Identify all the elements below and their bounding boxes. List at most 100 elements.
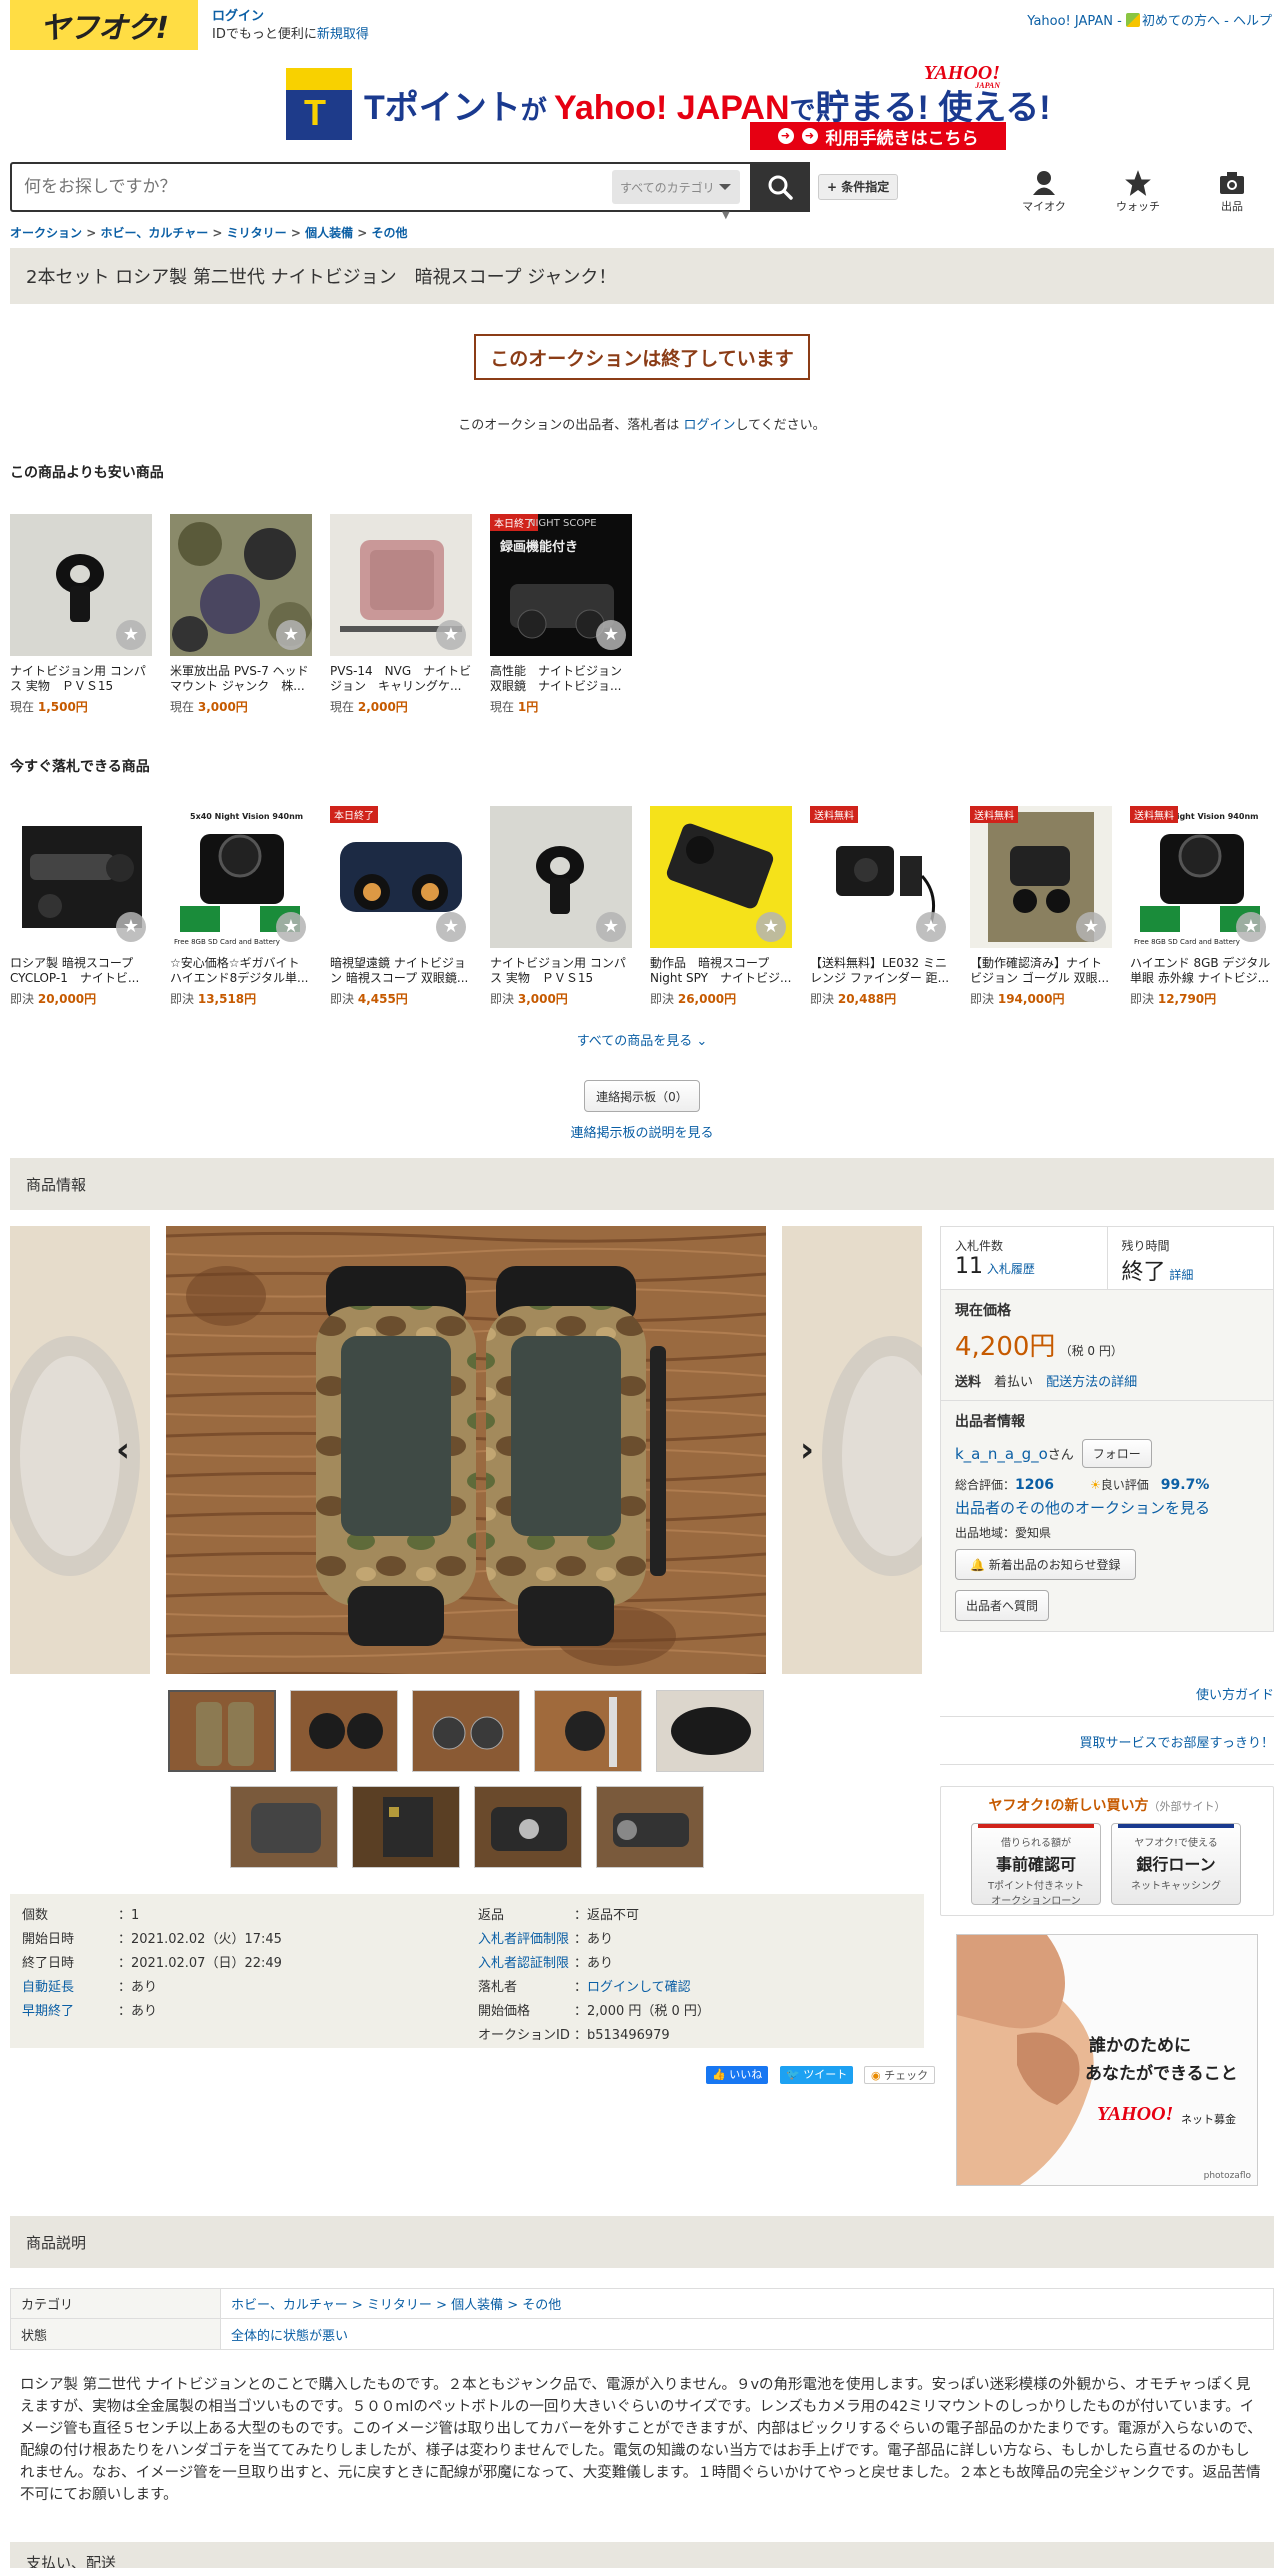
product-card[interactable]: 本日終了 ★ 暗視望遠鏡 ナイトビジョン 暗視スコープ 双眼鏡... 即決 4,… <box>330 806 472 1007</box>
gallery-thumbnail[interactable] <box>168 1690 276 1772</box>
conditions-button[interactable]: + 条件指定 <box>818 174 899 200</box>
message-board-help-link[interactable]: 連絡掲示板の説明を見る <box>0 1122 1284 1141</box>
product-card[interactable]: ★ ナイトビジョン用 コンパス 実物 ＰＶＳ15 即決 3,000円 <box>490 806 632 1007</box>
product-name[interactable]: 動作品 暗視スコープ Night SPY ナイトビジ... <box>650 956 792 986</box>
watch-star-icon[interactable]: ★ <box>276 912 306 942</box>
gallery-thumbnail[interactable] <box>290 1690 398 1772</box>
breadcrumb-item[interactable]: その他 <box>372 226 408 240</box>
watch-star-icon[interactable]: ★ <box>596 620 626 650</box>
info-key-link[interactable]: 入札者認証制限 <box>478 1952 574 1976</box>
gallery-thumbnail[interactable] <box>412 1690 520 1772</box>
gallery-thumbnail[interactable] <box>230 1786 338 1868</box>
watch-star-icon[interactable]: ★ <box>916 912 946 942</box>
product-card[interactable]: 送料無料 ★ 【動作確認済み】ナイトビジョン ゴーグル 双眼... 即決 194… <box>970 806 1112 1007</box>
info-key-link[interactable]: 早期終了 <box>22 2000 118 2024</box>
follow-button[interactable]: フォロー <box>1081 1439 1152 1468</box>
new-listing-notify-button[interactable]: 🔔 新着出品のお知らせ登録 <box>955 1549 1136 1580</box>
watch-star-icon[interactable]: ★ <box>756 912 786 942</box>
breadcrumb-item[interactable]: ホビー、カルチャー <box>100 226 208 240</box>
product-card[interactable]: 5x40 Night Vision 940nm Free 8GB SD Card… <box>170 806 312 1007</box>
product-name[interactable]: 【送料無料】LE032 ミニレンジ ファインダー 距... <box>810 956 952 986</box>
watch-star-icon[interactable]: ★ <box>116 912 146 942</box>
product-name[interactable]: 暗視望遠鏡 ナイトビジョン 暗視スコープ 双眼鏡... <box>330 956 472 986</box>
gallery-thumbnail[interactable] <box>596 1786 704 1868</box>
condition-link[interactable]: 全体的に状態が悪い <box>231 2329 348 2344</box>
check-button[interactable]: ◉ チェック <box>864 2066 936 2084</box>
watch-star-icon[interactable]: ★ <box>1236 912 1266 942</box>
gallery-prev-arrow[interactable]: ‹ <box>108 1430 138 1470</box>
category-link[interactable]: その他 <box>522 2298 561 2313</box>
product-name[interactable]: ロシア製 暗視スコープ CYCLOP-1 ナイトビ... <box>10 956 152 986</box>
nav-watch[interactable]: ウォッチ <box>1108 168 1168 214</box>
facebook-like-button[interactable]: 👍 いいね <box>706 2066 769 2084</box>
category-link[interactable]: ホビー、カルチャー <box>231 2298 348 2313</box>
breadcrumb-item[interactable]: オークション <box>10 226 82 240</box>
message-board-button[interactable]: 連絡掲示板（0） <box>584 1080 700 1112</box>
search-button[interactable] <box>750 162 810 212</box>
watch-star-icon[interactable]: ★ <box>596 912 626 942</box>
watch-star-icon[interactable]: ★ <box>1076 912 1106 942</box>
gallery-thumbnail[interactable] <box>656 1690 764 1772</box>
yahuoku-logo[interactable]: ヤフオク! <box>10 0 198 50</box>
usage-guide-link[interactable]: 使い方ガイド <box>1196 1684 1274 1703</box>
product-name[interactable]: ナイトビジョン用 コンパス 実物 ＰＶＳ15 <box>10 664 152 694</box>
product-name[interactable]: ☆安心価格☆ギガバイト ハイエンド8デジタル単... <box>170 956 312 986</box>
search-input[interactable] <box>12 164 612 210</box>
product-card[interactable]: 本日終了 NIGHT SCOPE 録画機能付き ★ 高性能 ナイトビジョン 双眼… <box>490 514 632 715</box>
donation-ad[interactable]: 誰かのために あなたができること YAHOO! ネット募金 photozaflo <box>956 1934 1258 2186</box>
product-name[interactable]: ナイトビジョン用 コンパス 実物 ＰＶＳ15 <box>490 956 632 986</box>
beginner-link[interactable]: 初めての方へ <box>1142 14 1220 29</box>
product-card[interactable]: ★ ロシア製 暗視スコープ CYCLOP-1 ナイトビ... 即決 20,000… <box>10 806 152 1007</box>
product-card[interactable]: ★ 動作品 暗視スコープ Night SPY ナイトビジ... 即決 26,00… <box>650 806 792 1007</box>
yahoo-japan-link[interactable]: Yahoo! JAPAN <box>1027 14 1113 29</box>
tweet-button[interactable]: 🐦 ツイート <box>780 2066 854 2084</box>
gallery-thumbnail[interactable] <box>474 1786 582 1868</box>
product-card[interactable]: ★ PVS-14 NVG ナイトビジョン キャリングケ... 現在 2,000円 <box>330 514 472 715</box>
bid-history-link[interactable]: 入札履歴 <box>987 1262 1035 1276</box>
breadcrumb-item[interactable]: 個人装備 <box>305 226 353 240</box>
category-link[interactable]: 個人装備 <box>451 2298 503 2313</box>
breadcrumb-item[interactable]: ミリタリー <box>227 226 287 240</box>
product-card[interactable]: Night Vision 940nm Free 8GB SD Card and … <box>1130 806 1272 1007</box>
see-all-link[interactable]: すべての商品を見る ⌄ <box>0 1030 1284 1049</box>
product-name[interactable]: ハイエンド 8GB デジタル単眼 赤外線 ナイトビジ... <box>1130 956 1272 986</box>
category-link[interactable]: ミリタリー <box>367 2298 432 2313</box>
buyback-service-link[interactable]: 買取サービスでお部屋すっきり！ <box>1080 1732 1274 1751</box>
bank-loan-button[interactable]: ヤフオク!で使える 銀行ローン ネットキャッシング <box>1111 1823 1241 1905</box>
login-msg-link[interactable]: ログイン <box>683 418 735 433</box>
login-link[interactable]: ログイン <box>212 9 264 24</box>
watch-star-icon[interactable]: ★ <box>276 620 306 650</box>
product-card[interactable]: 送料無料 ★ 【送料無料】LE032 ミニレンジ ファインダー 距... 即決 … <box>810 806 952 1007</box>
nav-sell[interactable]: 出品 <box>1202 168 1262 214</box>
product-name[interactable]: 米軍放出品 PVS-7 ヘッドマウント ジャンク 株... <box>170 664 312 694</box>
watch-star-icon[interactable]: ★ <box>116 620 146 650</box>
gallery-thumbnail[interactable] <box>352 1786 460 1868</box>
watch-star-icon[interactable]: ★ <box>436 620 466 650</box>
product-name[interactable]: 【動作確認済み】ナイトビジョン ゴーグル 双眼... <box>970 956 1112 986</box>
watch-star-icon[interactable]: ★ <box>436 912 466 942</box>
category-select[interactable]: すべてのカテゴリ <box>612 170 740 204</box>
tpoint-banner[interactable]: T Tポイントが Yahoo! JAPANで貯まる! 使える! YAHOO! JA… <box>286 62 1051 152</box>
gallery-thumbnail[interactable] <box>534 1690 642 1772</box>
product-name[interactable]: 高性能 ナイトビジョン 双眼鏡 ナイトビジョ... <box>490 664 632 694</box>
loan-precheck-button[interactable]: 借りられる額が 事前確認可 Tポイント付きネット オークションローン <box>971 1823 1101 1907</box>
register-link[interactable]: 新規取得 <box>317 27 369 42</box>
time-detail-link[interactable]: 詳細 <box>1169 1268 1193 1282</box>
banner-cta-button[interactable]: ➜ ➜ 利用手続きはこちら <box>750 122 1006 150</box>
info-key-link[interactable]: 自動延長 <box>22 1976 118 2000</box>
rating-value-link[interactable]: 1206 <box>1015 1477 1054 1493</box>
shipping-detail-link[interactable]: 配送方法の詳細 <box>1046 1375 1137 1390</box>
help-link[interactable]: ヘルプ <box>1233 14 1272 29</box>
main-product-image[interactable] <box>166 1226 766 1674</box>
winner-login-link[interactable]: ログインして確認 <box>587 1980 691 1995</box>
product-card[interactable]: ★ 米軍放出品 PVS-7 ヘッドマウント ジャンク 株... 現在 3,000… <box>170 514 312 715</box>
ask-seller-button[interactable]: 出品者へ質問 <box>955 1590 1050 1621</box>
gallery-next-arrow[interactable]: › <box>792 1430 822 1470</box>
nav-myauc[interactable]: マイオク <box>1014 168 1074 214</box>
product-name[interactable]: PVS-14 NVG ナイトビジョン キャリングケ... <box>330 664 472 694</box>
product-card[interactable]: ★ ナイトビジョン用 コンパス 実物 ＰＶＳ15 現在 1,500円 <box>10 514 152 715</box>
seller-other-auctions-link[interactable]: 出品者のその他のオークションを見る <box>955 1499 1210 1517</box>
info-key-link[interactable]: 入札者評価制限 <box>478 1928 574 1952</box>
arrow-right-icon: ➜ <box>801 128 818 144</box>
seller-name-link[interactable]: k_a_n_a_g_o <box>955 1445 1048 1463</box>
